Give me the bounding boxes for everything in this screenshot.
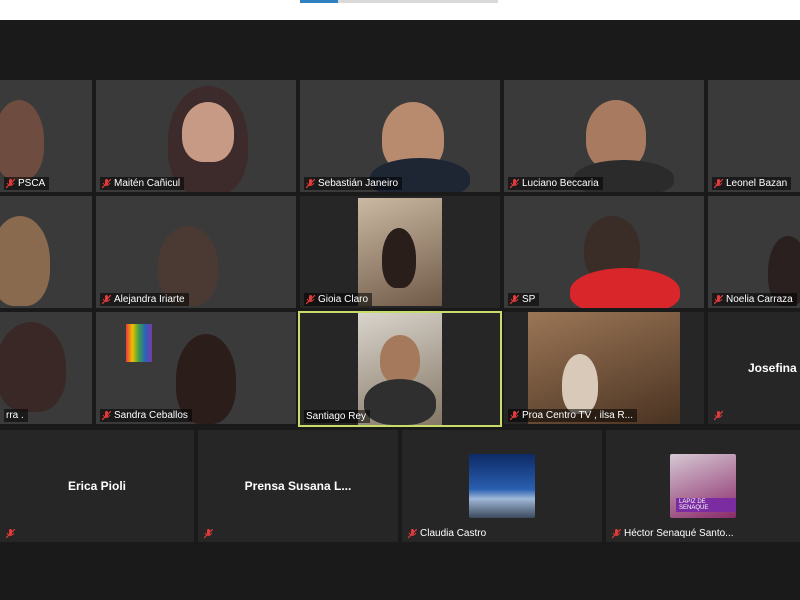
participant-name-label: Alejandra Iriarte bbox=[100, 293, 189, 306]
participant-video bbox=[358, 313, 442, 425]
active-tab-indicator bbox=[300, 0, 338, 3]
microphone-muted-icon bbox=[714, 178, 723, 189]
participant-name-label: Leonel Bazan bbox=[712, 177, 792, 190]
participant-tile[interactable]: Erica Pioli bbox=[0, 430, 194, 542]
participant-tile[interactable]: PSCA bbox=[0, 80, 92, 192]
profile-picture bbox=[469, 454, 535, 518]
microphone-muted-icon bbox=[102, 178, 111, 189]
participant-name-label: Claudia Castro bbox=[406, 527, 490, 540]
browser-top-bar bbox=[0, 0, 800, 20]
microphone-muted-icon bbox=[510, 410, 519, 421]
gallery-view: PSCA Maitén Cañicul Sebastián Janeiro Lu… bbox=[0, 20, 800, 600]
participant-name-label: Noelia Carraza bbox=[712, 293, 797, 306]
participant-name-label: PSCA bbox=[4, 177, 50, 190]
participant-tile[interactable]: Alejandra Iriarte bbox=[96, 196, 296, 308]
participant-name-label: SP bbox=[508, 293, 540, 306]
participant-video bbox=[0, 216, 50, 306]
participant-name-label: Maitén Cañicul bbox=[100, 177, 185, 190]
participant-tile[interactable]: Sebastián Janeiro bbox=[300, 80, 500, 192]
participant-video bbox=[0, 100, 44, 180]
tab-strip bbox=[338, 0, 498, 3]
microphone-muted-icon bbox=[204, 529, 213, 539]
microphone-muted-icon bbox=[6, 178, 15, 189]
participant-tile[interactable]: Gioia Claro bbox=[300, 196, 500, 308]
microphone-muted-icon bbox=[102, 294, 111, 305]
microphone-muted-icon bbox=[102, 410, 111, 421]
active-speaker-tile[interactable]: Santiago Rey bbox=[298, 311, 502, 427]
participant-name-label: Luciano Beccaria bbox=[508, 177, 603, 190]
participant-tile[interactable]: Claudia Castro bbox=[402, 430, 602, 542]
participant-name-label: Sebastián Janeiro bbox=[304, 177, 403, 190]
participant-name: Erica Pioli bbox=[67, 479, 127, 493]
participant-tile[interactable]: Sandra Ceballos bbox=[96, 312, 296, 424]
participant-name-label bbox=[4, 528, 19, 540]
microphone-muted-icon bbox=[6, 529, 15, 539]
participant-name-label: Gioia Claro bbox=[304, 293, 373, 306]
microphone-muted-icon bbox=[306, 294, 315, 305]
participant-tile[interactable]: LAPIZ DE SENAQUE Héctor Senaqué Santo... bbox=[606, 430, 800, 542]
participant-name: Josefina bbox=[748, 361, 797, 375]
participant-tile[interactable]: Noelia Carraza bbox=[708, 196, 800, 308]
microphone-muted-icon bbox=[714, 294, 723, 305]
participant-tile[interactable] bbox=[0, 196, 92, 308]
participant-tile[interactable]: Leonel Bazan bbox=[708, 80, 800, 192]
microphone-muted-icon bbox=[306, 178, 315, 189]
participant-video bbox=[0, 322, 66, 412]
participant-name-label: Sandra Ceballos bbox=[100, 409, 192, 422]
participant-name-label: Héctor Senaqué Santo... bbox=[610, 527, 738, 540]
participant-tile[interactable]: Josefina bbox=[708, 312, 800, 424]
participant-tile[interactable]: Maitén Cañicul bbox=[96, 80, 296, 192]
participant-tile[interactable]: Luciano Beccaria bbox=[504, 80, 704, 192]
participant-name-label: rra . bbox=[4, 409, 28, 422]
profile-picture: LAPIZ DE SENAQUE bbox=[670, 454, 736, 518]
participant-tile[interactable]: SP bbox=[504, 196, 704, 308]
participant-name: Prensa Susana L... bbox=[244, 479, 352, 493]
profile-picture-caption: LAPIZ DE SENAQUE bbox=[676, 498, 736, 512]
participant-tile[interactable]: rra . bbox=[0, 312, 92, 424]
participant-video bbox=[528, 312, 680, 424]
participant-name-label: Proa Centro TV , ilsa R... bbox=[508, 409, 637, 422]
microphone-muted-icon bbox=[714, 411, 723, 421]
microphone-muted-icon bbox=[408, 528, 417, 539]
microphone-muted-icon bbox=[510, 178, 519, 189]
microphone-muted-icon bbox=[612, 528, 621, 539]
participant-tile[interactable]: Proa Centro TV , ilsa R... bbox=[504, 312, 704, 424]
participant-name-label bbox=[712, 410, 727, 422]
microphone-muted-icon bbox=[510, 294, 519, 305]
participant-name-label bbox=[202, 528, 217, 540]
participant-tile[interactable]: Prensa Susana L... bbox=[198, 430, 398, 542]
participant-video bbox=[358, 198, 442, 306]
participant-name-label: Santiago Rey bbox=[304, 410, 371, 423]
